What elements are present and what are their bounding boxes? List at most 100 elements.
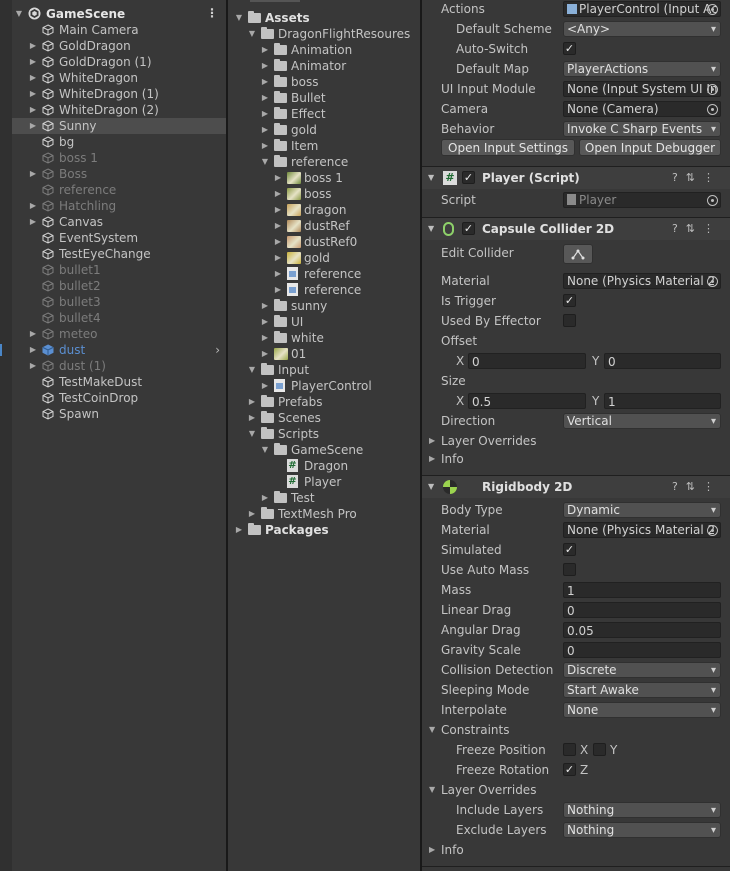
project-item[interactable]: ▶ boss [228, 74, 420, 90]
hierarchy-item[interactable]: bullet4 [12, 310, 226, 326]
offset-x-field[interactable]: 0 [468, 353, 586, 369]
constraints-label[interactable]: Constraints [441, 721, 509, 739]
project-item[interactable]: ▶ reference [228, 266, 420, 282]
fold-arrow-icon[interactable]: ▶ [260, 138, 270, 154]
hierarchy-item[interactable]: ▶ dust › [0, 342, 226, 358]
fold-arrow-icon[interactable]: ▶ [273, 186, 283, 202]
hierarchy-item[interactable]: bullet2 [12, 278, 226, 294]
project-item[interactable]: ▼ Assets [228, 10, 420, 26]
hierarchy-item[interactable]: EventSystem [12, 230, 226, 246]
default-map-dropdown[interactable]: PlayerActions [563, 61, 721, 77]
fold-arrow-icon[interactable]: ▶ [28, 358, 38, 374]
project-item[interactable]: ▶ Prefabs [228, 394, 420, 410]
interpolate-dropdown[interactable]: None [563, 702, 721, 718]
hierarchy-item[interactable]: Spawn [12, 406, 226, 422]
hierarchy-item[interactable]: ▶ GoldDragon [12, 38, 226, 54]
capsule-collider-header[interactable]: ▼ ✓ Capsule Collider 2D ?⇅⋮ [422, 217, 730, 240]
fold-arrow-icon[interactable]: ▶ [247, 410, 257, 426]
fold-arrow-icon[interactable]: ▶ [260, 330, 270, 346]
fold-arrow-icon[interactable]: ▶ [260, 378, 270, 394]
fold-arrow-icon[interactable]: ▶ [260, 106, 270, 122]
project-item[interactable]: ▼ Input [228, 362, 420, 378]
fold-arrow-icon[interactable]: ▶ [28, 342, 38, 358]
constraints-fold-icon[interactable]: ▼ [429, 721, 435, 739]
component-enabled-checkbox[interactable]: ✓ [462, 222, 475, 235]
project-item[interactable]: ▼ GameScene [228, 442, 420, 458]
rigidbody-2d-header[interactable]: ▼ Rigidbody 2D ?⇅⋮ [422, 475, 730, 498]
project-item[interactable]: ▶ TextMesh Pro [228, 506, 420, 522]
component-header-buttons[interactable]: ?⇅⋮ [672, 167, 722, 189]
include-layers-dropdown[interactable]: Nothing [563, 802, 721, 818]
project-item[interactable]: ▶ Item [228, 138, 420, 154]
material-field[interactable]: None (Physics Material 2 [563, 273, 721, 289]
open-prefab-chevron-icon[interactable]: › [215, 342, 220, 358]
offset-y-field[interactable]: 0 [604, 353, 721, 369]
linear-drag-field[interactable]: 0 [563, 602, 721, 618]
hierarchy-item[interactable]: ▶ WhiteDragon (2) [12, 102, 226, 118]
fold-arrow-icon[interactable]: ▶ [28, 166, 38, 182]
component-header-buttons[interactable]: ?⇅⋮ [672, 476, 722, 498]
hierarchy-item[interactable]: bullet3 [12, 294, 226, 310]
fold-icon[interactable]: ▼ [428, 476, 434, 498]
object-picker-icon[interactable] [707, 104, 718, 115]
project-item[interactable]: ▶ 01 [228, 346, 420, 362]
hierarchy-item[interactable]: bullet1 [12, 262, 226, 278]
fold-arrow-icon[interactable]: ▶ [28, 54, 38, 70]
project-item[interactable]: ▼ Scripts [228, 426, 420, 442]
fold-arrow-icon[interactable]: ▶ [247, 506, 257, 522]
info-fold-icon[interactable]: ▶ [429, 450, 435, 468]
fold-arrow-icon[interactable]: ▶ [273, 266, 283, 282]
project-item[interactable]: # Player [228, 474, 420, 490]
fold-arrow-icon[interactable]: ▶ [273, 234, 283, 250]
fold-arrow-icon[interactable]: ▶ [28, 70, 38, 86]
player-script-header[interactable]: ▼ # ✓ Player (Script) ?⇅⋮ [422, 166, 730, 189]
body-type-dropdown[interactable]: Dynamic [563, 502, 721, 518]
fold-arrow-icon[interactable]: ▶ [273, 250, 283, 266]
project-item[interactable]: ▶ boss 1 [228, 170, 420, 186]
mass-field[interactable]: 1 [563, 582, 721, 598]
fold-icon[interactable]: ▼ [428, 218, 434, 240]
fold-arrow-icon[interactable]: ▶ [260, 122, 270, 138]
project-item[interactable]: ▶ Test [228, 490, 420, 506]
auto-switch-checkbox[interactable]: ✓ [563, 42, 576, 55]
project-item[interactable]: ▼ reference [228, 154, 420, 170]
object-picker-icon[interactable] [707, 525, 718, 536]
fold-arrow-icon[interactable]: ▼ [260, 154, 270, 170]
hierarchy-item[interactable]: ▶ WhiteDragon [12, 70, 226, 86]
fold-arrow-icon[interactable]: ▶ [28, 118, 38, 134]
project-item[interactable]: ▶ Effect [228, 106, 420, 122]
direction-dropdown[interactable]: Vertical [563, 413, 721, 429]
project-item[interactable]: ▶ Animator [228, 58, 420, 74]
freeze-rotation-z-checkbox[interactable]: ✓ [563, 763, 576, 776]
project-item[interactable]: ▶ gold [228, 250, 420, 266]
project-item[interactable]: ▶ dragon [228, 202, 420, 218]
fold-arrow-icon[interactable]: ▶ [247, 394, 257, 410]
fold-arrow-icon[interactable]: ▶ [273, 218, 283, 234]
fold-arrow-icon[interactable]: ▶ [273, 282, 283, 298]
scene-fold-icon[interactable]: ▼ [14, 6, 24, 22]
is-trigger-checkbox[interactable]: ✓ [563, 294, 576, 307]
project-item[interactable]: ▶ gold [228, 122, 420, 138]
layer-overrides-label[interactable]: Layer Overrides [441, 432, 536, 450]
project-item[interactable]: ▶ reference [228, 282, 420, 298]
fold-arrow-icon[interactable]: ▶ [260, 58, 270, 74]
hierarchy-item[interactable]: ▶ Sunny [12, 118, 226, 134]
open-input-settings-button[interactable]: Open Input Settings [441, 139, 575, 156]
used-by-effector-checkbox[interactable] [563, 314, 576, 327]
scene-menu-icon[interactable]: ⋮ [206, 7, 218, 19]
use-auto-mass-checkbox[interactable] [563, 563, 576, 576]
project-item[interactable]: ▼ DragonFlightResoures [228, 26, 420, 42]
freeze-position-x-checkbox[interactable] [563, 743, 576, 756]
project-item[interactable]: ▶ Bullet [228, 90, 420, 106]
object-picker-icon[interactable] [707, 276, 718, 287]
exclude-layers-dropdown[interactable]: Nothing [563, 822, 721, 838]
simulated-checkbox[interactable]: ✓ [563, 543, 576, 556]
open-input-debugger-button[interactable]: Open Input Debugger [579, 139, 721, 156]
project-item[interactable]: ▶ PlayerControl [228, 378, 420, 394]
project-item[interactable]: ▶ dustRef [228, 218, 420, 234]
info-label[interactable]: Info [441, 841, 464, 859]
layer-overrides-label[interactable]: Layer Overrides [441, 781, 536, 799]
hierarchy-item[interactable]: ▶ Canvas [12, 214, 226, 230]
fold-arrow-icon[interactable]: ▶ [273, 170, 283, 186]
fold-arrow-icon[interactable]: ▶ [234, 522, 244, 538]
